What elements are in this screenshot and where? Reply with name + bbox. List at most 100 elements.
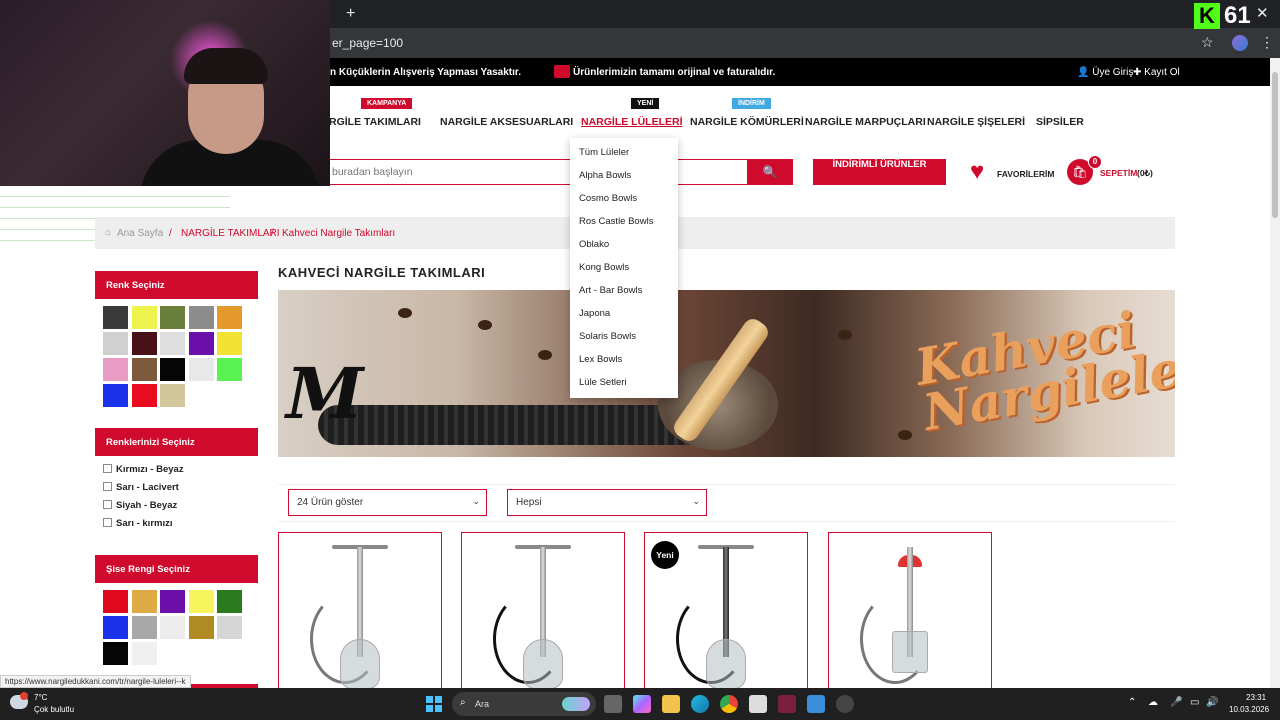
microphone-icon[interactable]: 🎤 [1170, 697, 1182, 708]
bottle-color-swatch[interactable] [103, 616, 128, 639]
color-swatch[interactable] [131, 332, 157, 355]
page-scrollbar[interactable] [1270, 58, 1280, 688]
favorites-link[interactable]: FAVORİLERİM [997, 169, 1054, 179]
bottle-color-swatch[interactable] [131, 642, 157, 665]
color-swatch[interactable] [131, 306, 157, 329]
bottle-color-swatch[interactable] [217, 590, 242, 613]
product-image[interactable] [860, 539, 950, 691]
nav-hoses[interactable]: NARGİLE MARPUÇLARI [805, 116, 926, 128]
product-image[interactable] [493, 539, 583, 691]
product-image[interactable] [310, 539, 400, 691]
clock-date[interactable]: 10.03.2026 [1229, 705, 1269, 714]
filter-option-red-white[interactable]: Kırmızı - Beyaz [103, 464, 184, 475]
breadcrumb-current[interactable]: Kahveci Nargile Takımları [282, 228, 395, 239]
clock-time[interactable]: 23:31 [1246, 693, 1266, 702]
product-card[interactable] [278, 532, 442, 692]
speaker-icon[interactable]: 🔊 [1206, 697, 1218, 708]
edge-icon[interactable] [691, 695, 709, 713]
color-swatch[interactable] [188, 332, 214, 355]
discounted-products-button[interactable]: İNDİRİMLİ ÜRÜNLER [813, 159, 946, 185]
product-card[interactable]: Yeni [644, 532, 808, 692]
file-explorer-icon[interactable] [662, 695, 680, 713]
store-icon[interactable] [749, 695, 767, 713]
window-close-icon[interactable]: ✕ [1256, 4, 1269, 22]
cloud-sync-icon[interactable]: ☁ [1148, 697, 1158, 708]
product-card[interactable] [828, 532, 992, 692]
dropdown-item[interactable]: Alpha Bowls [579, 170, 631, 181]
search-input[interactable] [330, 160, 560, 184]
checkbox[interactable] [103, 518, 112, 527]
color-swatch[interactable] [217, 358, 242, 381]
per-page-select[interactable]: 24 Ürün göster ⌄ [288, 489, 487, 516]
nav-coals[interactable]: NARGİLE KÖMÜRLERİ [690, 116, 804, 128]
new-tab-icon[interactable]: + [346, 5, 355, 23]
extension-icon[interactable] [1232, 35, 1248, 51]
taskbar-search[interactable]: ⌕ Ara [452, 692, 596, 716]
bottle-color-swatch[interactable] [160, 590, 185, 613]
nav-bottles[interactable]: NARGİLE ŞİŞELERİ [927, 116, 1025, 128]
color-swatch[interactable] [103, 384, 128, 407]
bottle-color-swatch[interactable] [103, 642, 128, 665]
dropdown-item[interactable]: Art - Bar Bowls [579, 285, 642, 296]
copilot-icon[interactable] [633, 695, 651, 713]
dropdown-item[interactable]: Lüle Setleri [579, 377, 627, 388]
chevron-up-icon[interactable]: ⌃ [1128, 697, 1136, 708]
signup-link[interactable]: ✚ Kayıt Ol [1133, 67, 1180, 78]
filter-option-yellow-navy[interactable]: Sarı - Lacivert [103, 482, 179, 493]
weather-description[interactable]: Çok bulutlu [34, 705, 74, 714]
checkbox[interactable] [103, 482, 112, 491]
color-swatch[interactable] [160, 358, 185, 381]
dropdown-item[interactable]: Ros Castle Bowls [579, 216, 653, 227]
color-swatch[interactable] [217, 332, 242, 355]
bottle-color-swatch[interactable] [188, 616, 214, 639]
display-icon[interactable]: ▭ [1190, 697, 1199, 708]
heart-icon[interactable]: ♥ [970, 160, 984, 184]
filter-option-yellow-red[interactable]: Sarı - kırmızı [103, 518, 173, 529]
checkbox[interactable] [103, 500, 112, 509]
dropdown-item[interactable]: Solaris Bowls [579, 331, 636, 342]
obs-icon[interactable] [836, 695, 854, 713]
dropdown-item[interactable]: Tüm Lüleler [579, 147, 629, 158]
nav-bowls[interactable]: NARGİLE LÜLELERİ [581, 116, 683, 128]
nav-accessories[interactable]: NARGİLE AKSESUARLARI [440, 116, 573, 128]
bottle-color-swatch[interactable] [103, 590, 128, 613]
color-swatch[interactable] [188, 358, 214, 381]
weather-temperature[interactable]: 7°C [34, 693, 47, 702]
color-swatch[interactable] [103, 306, 128, 329]
cart-link[interactable]: SEPETİM [1100, 168, 1137, 178]
bottle-color-swatch[interactable] [131, 590, 157, 613]
bottle-color-swatch[interactable] [160, 616, 185, 639]
address-url[interactable]: er_page=100 [332, 36, 403, 50]
photos-icon[interactable] [807, 695, 825, 713]
scrollbar-thumb[interactable] [1272, 72, 1278, 218]
color-swatch[interactable] [160, 306, 185, 329]
login-link[interactable]: 👤 Üye Giriş [1077, 67, 1133, 78]
color-swatch[interactable] [188, 306, 214, 329]
nav-mouthpieces[interactable]: SİPSİLER [1036, 116, 1084, 128]
app-icon[interactable] [778, 695, 796, 713]
bookmark-star-icon[interactable]: ☆ [1201, 34, 1214, 51]
browser-menu-icon[interactable]: ⋮ [1260, 34, 1274, 51]
dropdown-item[interactable]: Japona [579, 308, 610, 319]
dropdown-item[interactable]: Cosmo Bowls [579, 193, 637, 204]
bottle-color-swatch[interactable] [131, 616, 157, 639]
breadcrumb-hookah-sets[interactable]: NARGİLE TAKIMLARI [181, 228, 280, 239]
product-card[interactable] [461, 532, 625, 692]
checkbox[interactable] [103, 464, 112, 473]
color-swatch[interactable] [160, 332, 185, 355]
color-swatch[interactable] [103, 332, 128, 355]
dropdown-item[interactable]: Oblako [579, 239, 609, 250]
windows-start-icon[interactable] [426, 696, 442, 712]
color-swatch[interactable] [131, 358, 157, 381]
chrome-icon[interactable] [720, 695, 738, 713]
filter-option-black-white[interactable]: Siyah - Beyaz [103, 500, 177, 511]
color-swatch[interactable] [103, 358, 128, 381]
home-icon[interactable]: ⌂ [105, 227, 111, 238]
filter-select[interactable]: Hepsi ⌄ [507, 489, 707, 516]
product-image[interactable] [676, 539, 766, 691]
task-view-icon[interactable] [604, 695, 622, 713]
nav-hookah-sets[interactable]: RGİLE TAKIMLARI [329, 116, 421, 128]
dropdown-item[interactable]: Kong Bowls [579, 262, 629, 273]
color-swatch[interactable] [160, 384, 185, 407]
color-swatch[interactable] [217, 306, 242, 329]
